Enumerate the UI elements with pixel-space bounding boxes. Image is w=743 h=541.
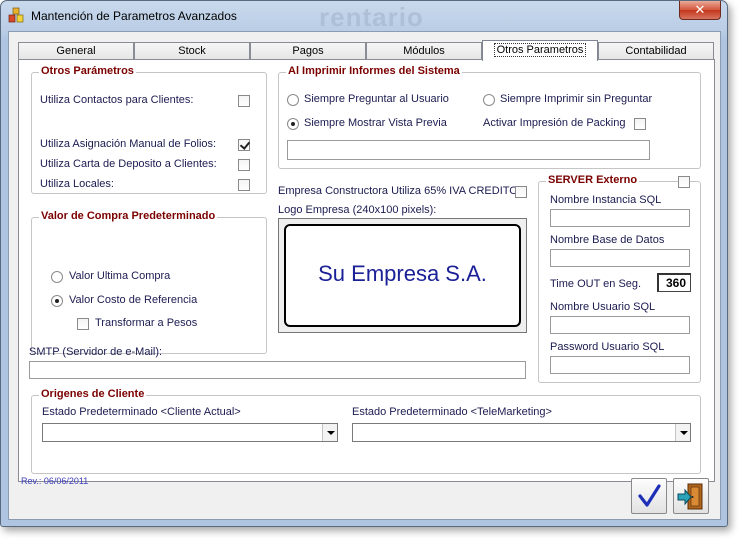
title-bar[interactable]: Mantención de Parametros Avanzados renta… xyxy=(1,1,727,32)
cliente-actual-label: Estado Predeterminado <Cliente Actual> xyxy=(42,406,241,418)
ultima-compra-label: Valor Ultima Compra xyxy=(69,270,171,282)
logo-image-frame[interactable]: Su Empresa S.A. xyxy=(278,218,527,333)
tab-stock[interactable]: Stock xyxy=(134,42,250,60)
instancia-input[interactable] xyxy=(550,209,690,227)
preguntar-label: Siempre Preguntar al Usuario xyxy=(304,93,449,105)
tab-label: General xyxy=(56,45,96,57)
carta-deposito-label: Utiliza Carta de Deposito a Clientes: xyxy=(40,158,217,170)
tab-modulos[interactable]: Módulos xyxy=(366,42,482,60)
cliente-actual-select[interactable] xyxy=(42,423,338,442)
instancia-label: Nombre Instancia SQL xyxy=(550,194,662,206)
contactos-checkbox[interactable] xyxy=(238,95,250,107)
timeout-input[interactable]: 360 xyxy=(657,273,691,292)
transformar-pesos-label: Transformar a Pesos xyxy=(95,317,198,329)
group-valor-compra: Valor de Compra Predeterminado Valor Ult… xyxy=(31,210,267,354)
base-datos-input[interactable] xyxy=(550,249,690,267)
chevron-down-icon[interactable] xyxy=(675,424,690,441)
iva-credito-label: Empresa Constructora Utiliza 65% IVA CRE… xyxy=(278,185,518,197)
carta-deposito-checkbox[interactable] xyxy=(238,159,250,171)
group-title: SERVER Externo xyxy=(546,174,640,186)
packing-checkbox[interactable] xyxy=(634,118,646,130)
costo-referencia-label: Valor Costo de Referencia xyxy=(69,294,198,306)
tab-label: Stock xyxy=(178,45,206,57)
tab-label: Contabilidad xyxy=(625,45,687,57)
preguntar-radio[interactable] xyxy=(287,94,299,106)
iva-credito-checkbox[interactable] xyxy=(515,186,527,198)
tab-label: Módulos xyxy=(403,45,445,57)
title-watermark: rentario xyxy=(319,2,424,32)
tab-label: Pagos xyxy=(292,45,324,57)
group-otros-parametros: Otros Parámetros Utiliza Contactos para … xyxy=(31,65,267,194)
telemarketing-select[interactable] xyxy=(352,423,691,442)
tab-label: Otros Parametros xyxy=(493,43,587,57)
folios-label: Utiliza Asignación Manual de Folios: xyxy=(40,138,217,150)
base-datos-label: Nombre Base de Datos xyxy=(550,234,665,246)
vista-previa-label: Siempre Mostrar Vista Previa xyxy=(304,117,447,129)
folios-checkbox[interactable] xyxy=(238,139,250,151)
transformar-pesos-checkbox[interactable] xyxy=(77,318,89,330)
vista-previa-radio[interactable] xyxy=(287,118,299,130)
group-title: Origenes de Cliente xyxy=(39,388,147,400)
telemarketing-label: Estado Predeterminado <TeleMarketing> xyxy=(352,406,552,418)
locales-checkbox[interactable] xyxy=(238,179,250,191)
app-icon xyxy=(8,7,24,23)
close-button[interactable]: ✕ xyxy=(679,1,721,20)
tab-general[interactable]: General xyxy=(18,42,134,60)
sin-preguntar-label: Siempre Imprimir sin Preguntar xyxy=(500,93,653,105)
smtp-input[interactable] xyxy=(29,361,526,379)
company-logo: Su Empresa S.A. xyxy=(284,224,521,327)
group-server-externo: SERVER Externo Nombre Instancia SQL Nomb… xyxy=(538,174,701,383)
imprimir-text-field[interactable] xyxy=(287,140,650,160)
accept-button[interactable] xyxy=(631,478,667,514)
usuario-input[interactable] xyxy=(550,316,690,334)
password-input[interactable] xyxy=(550,356,690,374)
timeout-label: Time OUT en Seg. xyxy=(550,278,642,290)
costo-referencia-radio[interactable] xyxy=(51,295,63,307)
exit-button[interactable] xyxy=(673,478,709,514)
locales-label: Utiliza Locales: xyxy=(40,178,114,190)
exit-door-icon xyxy=(677,483,703,510)
revision-label: Rev.: 06/06/2011 xyxy=(21,476,89,486)
ultima-compra-radio[interactable] xyxy=(51,271,63,283)
usuario-label: Nombre Usuario SQL xyxy=(550,301,656,313)
window-title: Mantención de Parametros Avanzados xyxy=(31,9,237,23)
group-title: Otros Parámetros xyxy=(39,65,136,77)
tab-contabilidad[interactable]: Contabilidad xyxy=(598,42,714,60)
chevron-down-icon[interactable] xyxy=(322,424,337,441)
group-title: Al Imprimir Informes del Sistema xyxy=(286,65,462,77)
group-origenes-cliente: Origenes de Cliente Estado Predeterminad… xyxy=(31,388,701,474)
tab-panel-otros: Otros Parámetros Utiliza Contactos para … xyxy=(18,59,715,482)
password-label: Password Usuario SQL xyxy=(550,341,665,353)
group-title: Valor de Compra Predeterminado xyxy=(39,210,218,222)
main-window: Mantención de Parametros Avanzados renta… xyxy=(0,0,728,527)
packing-label: Activar Impresión de Packing xyxy=(483,117,626,129)
tab-otros-parametros[interactable]: Otros Parametros xyxy=(482,40,598,61)
logo-label: Logo Empresa (240x100 pixels): xyxy=(278,204,437,216)
group-imprimir: Al Imprimir Informes del Sistema Siempre… xyxy=(278,65,701,169)
smtp-label: SMTP (Servidor de e-Mail): xyxy=(29,346,163,358)
tab-pagos[interactable]: Pagos xyxy=(250,42,366,60)
sin-preguntar-radio[interactable] xyxy=(483,94,495,106)
dialog-body: General Stock Pagos Módulos Otros Parame… xyxy=(8,31,721,520)
checkmark-icon xyxy=(638,484,661,507)
contactos-label: Utiliza Contactos para Clientes: xyxy=(40,94,194,106)
server-externo-checkbox[interactable] xyxy=(678,176,690,188)
